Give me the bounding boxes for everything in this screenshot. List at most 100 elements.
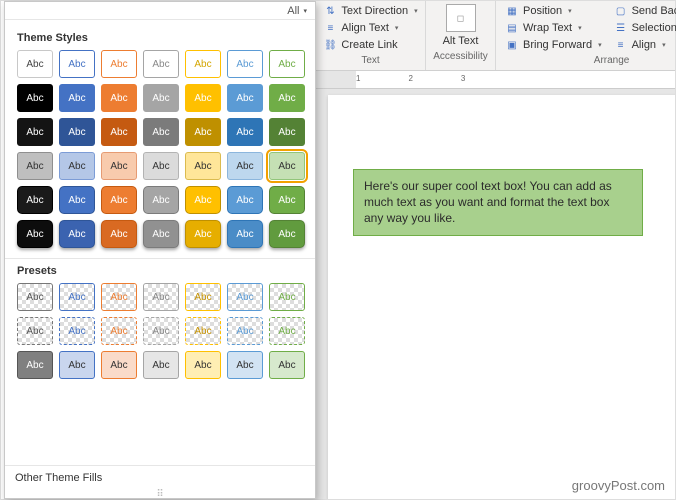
style-swatch[interactable]: Abc [185, 283, 221, 311]
style-swatch[interactable]: Abc [143, 317, 179, 345]
style-swatch[interactable]: Abc [185, 317, 221, 345]
style-swatch[interactable]: Abc [269, 152, 305, 180]
style-swatch[interactable]: Abc [17, 186, 53, 214]
style-swatch[interactable]: Abc [143, 283, 179, 311]
style-swatch[interactable]: Abc [143, 351, 179, 379]
cmd-selection-pane[interactable]: ☰ Selection Pane [611, 20, 676, 36]
cmd-position[interactable]: ▦ Position ▾ [502, 3, 605, 19]
style-swatch[interactable]: Abc [101, 317, 137, 345]
horizontal-ruler: 123 [316, 71, 675, 89]
style-swatch[interactable]: Abc [227, 84, 263, 112]
other-theme-fills-button[interactable]: Other Theme Fills [5, 465, 315, 490]
style-swatch[interactable]: Abc [17, 84, 53, 112]
style-swatch[interactable]: Abc [101, 118, 137, 146]
gallery-body[interactable]: Theme Styles AbcAbcAbcAbcAbcAbcAbcAbcAbc… [5, 20, 315, 465]
style-swatch[interactable]: Abc [185, 50, 221, 78]
cmd-align[interactable]: ≡ Align ▾ [611, 37, 676, 53]
link-icon: ⛓ [323, 38, 337, 52]
style-swatch[interactable]: Abc [101, 152, 137, 180]
style-swatch[interactable]: Abc [269, 283, 305, 311]
style-swatch[interactable]: Abc [17, 152, 53, 180]
style-swatch[interactable]: Abc [143, 50, 179, 78]
cmd-bring-forward[interactable]: ▣ Bring Forward ▾ [502, 37, 605, 53]
cmd-send-backward[interactable]: ▢ Send Backward ▾ [611, 3, 676, 19]
divider [5, 258, 315, 259]
style-swatch[interactable]: Abc [269, 351, 305, 379]
page[interactable]: Here's our super cool text box! You can … [328, 95, 675, 499]
style-swatch[interactable]: Abc [227, 220, 263, 248]
style-swatch[interactable]: Abc [17, 50, 53, 78]
style-swatch[interactable]: Abc [269, 186, 305, 214]
style-swatch[interactable]: Abc [59, 50, 95, 78]
cmd-wrap-text[interactable]: ▤ Wrap Text ▾ [502, 20, 605, 36]
style-swatch[interactable]: Abc [227, 317, 263, 345]
text-box-content: Here's our super cool text box! You can … [364, 179, 612, 225]
style-swatch[interactable]: Abc [101, 50, 137, 78]
style-swatch[interactable]: Abc [185, 186, 221, 214]
style-swatch[interactable]: Abc [185, 351, 221, 379]
cmd-label: Align Text [341, 22, 389, 34]
chevron-down-icon: ▾ [568, 7, 572, 15]
wrap-text-icon: ▤ [505, 21, 519, 35]
style-swatch[interactable]: Abc [59, 220, 95, 248]
style-swatch[interactable]: Abc [269, 317, 305, 345]
style-swatch[interactable]: Abc [227, 186, 263, 214]
style-swatch[interactable]: Abc [227, 50, 263, 78]
style-swatch[interactable]: Abc [17, 283, 53, 311]
section-title-presets: Presets [17, 265, 305, 277]
cmd-label: Position [523, 5, 562, 17]
cmd-align-text[interactable]: ≡ Align Text ▾ [320, 20, 401, 36]
cmd-alt-text[interactable]: ◻ Alt Text [440, 3, 482, 49]
style-swatch[interactable]: Abc [269, 220, 305, 248]
style-swatch[interactable]: Abc [143, 220, 179, 248]
style-swatch[interactable]: Abc [185, 84, 221, 112]
chevron-down-icon: ▾ [598, 41, 602, 49]
align-text-icon: ≡ [323, 21, 337, 35]
style-swatch[interactable]: Abc [59, 351, 95, 379]
selection-pane-icon: ☰ [614, 21, 628, 35]
cmd-label: Create Link [341, 39, 397, 51]
chevron-down-icon: ▾ [578, 24, 582, 32]
bring-forward-icon: ▣ [505, 38, 519, 52]
document-area: Here's our super cool text box! You can … [316, 89, 675, 499]
style-swatch[interactable]: Abc [59, 84, 95, 112]
alt-text-icon: ◻ [446, 4, 476, 32]
style-swatch[interactable]: Abc [17, 220, 53, 248]
text-direction-icon: ⇅ [323, 4, 337, 18]
cmd-text-direction[interactable]: ⇅ Text Direction ▾ [320, 3, 420, 19]
style-swatch[interactable]: Abc [17, 351, 53, 379]
style-swatch[interactable]: Abc [101, 351, 137, 379]
style-swatch[interactable]: Abc [101, 84, 137, 112]
style-swatch[interactable]: Abc [59, 317, 95, 345]
style-swatch[interactable]: Abc [185, 152, 221, 180]
drag-handle[interactable]: ⠿ [5, 490, 315, 498]
style-swatch[interactable]: Abc [143, 118, 179, 146]
style-swatch[interactable]: Abc [227, 152, 263, 180]
text-box[interactable]: Here's our super cool text box! You can … [353, 169, 643, 236]
style-swatch[interactable]: Abc [59, 186, 95, 214]
chevron-down-icon: ▾ [303, 7, 307, 15]
style-swatch[interactable]: Abc [17, 317, 53, 345]
style-swatch[interactable]: Abc [143, 84, 179, 112]
style-swatch[interactable]: Abc [101, 220, 137, 248]
style-swatch[interactable]: Abc [59, 283, 95, 311]
style-swatch[interactable]: Abc [269, 50, 305, 78]
style-swatch[interactable]: Abc [143, 152, 179, 180]
style-swatch[interactable]: Abc [269, 118, 305, 146]
ribbon: ⇅ Text Direction ▾ ≡ Align Text ▾ ⛓ Crea… [316, 1, 675, 71]
style-swatch[interactable]: Abc [227, 351, 263, 379]
style-swatch[interactable]: Abc [59, 118, 95, 146]
cmd-create-link[interactable]: ⛓ Create Link [320, 37, 400, 53]
style-swatch[interactable]: Abc [17, 118, 53, 146]
gallery-filter[interactable]: All ▾ [5, 2, 315, 20]
style-swatch[interactable]: Abc [101, 186, 137, 214]
style-swatch[interactable]: Abc [101, 283, 137, 311]
style-swatch[interactable]: Abc [185, 220, 221, 248]
style-swatch[interactable]: Abc [185, 118, 221, 146]
style-swatch[interactable]: Abc [227, 283, 263, 311]
style-swatch[interactable]: Abc [143, 186, 179, 214]
style-swatch[interactable]: Abc [227, 118, 263, 146]
cmd-label: Alt Text [443, 36, 479, 48]
style-swatch[interactable]: Abc [269, 84, 305, 112]
style-swatch[interactable]: Abc [59, 152, 95, 180]
